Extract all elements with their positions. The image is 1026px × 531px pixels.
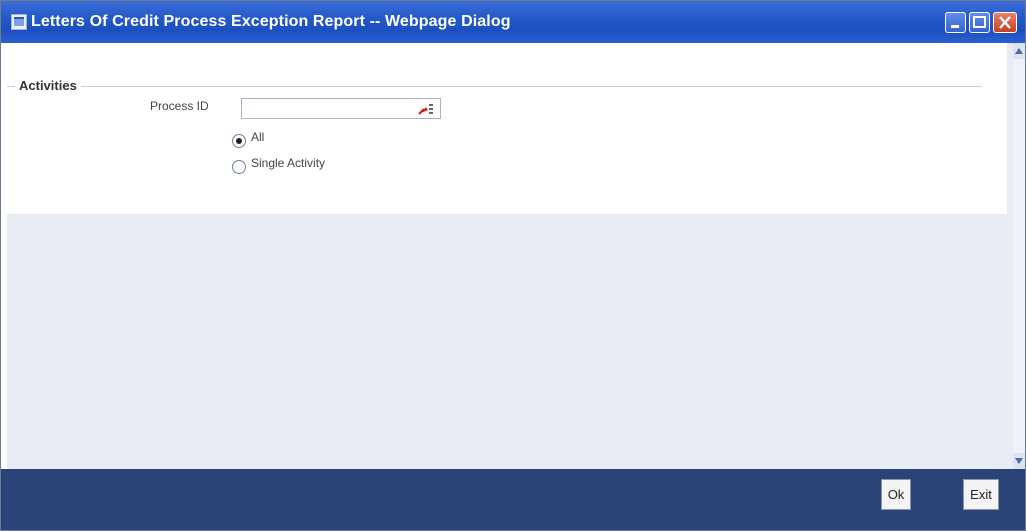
process-id-label: Process ID (150, 99, 209, 113)
close-button[interactable] (993, 12, 1017, 33)
radio-single-activity-label: Single Activity (251, 156, 326, 170)
title-bar[interactable]: Letters Of Credit Process Exception Repo… (1, 1, 1025, 43)
dialog-client-area: Activities Process ID All Single Activit… (7, 43, 1013, 469)
radio-selected-dot (236, 138, 242, 144)
lov-search-icon[interactable] (415, 100, 439, 117)
content-panel: Activities Process ID All Single Activit… (7, 43, 1007, 214)
close-icon (999, 16, 1011, 29)
process-id-field[interactable] (241, 98, 441, 119)
radio-all-label: All (251, 130, 265, 144)
radio-all[interactable] (232, 134, 246, 148)
exit-button[interactable]: Exit (963, 479, 999, 510)
dialog-window: Letters Of Credit Process Exception Repo… (0, 0, 1026, 531)
dialog-footer: Ok Exit (1, 469, 1025, 530)
scroll-up-button[interactable] (1013, 43, 1025, 59)
scroll-down-icon (1015, 458, 1023, 464)
radio-single-activity[interactable] (232, 160, 246, 174)
maximize-button[interactable] (969, 12, 990, 33)
ok-button[interactable]: Ok (881, 479, 911, 510)
maximize-icon (973, 16, 986, 28)
minimize-button[interactable] (945, 12, 966, 33)
app-icon (11, 14, 27, 30)
window-title: Letters Of Credit Process Exception Repo… (31, 13, 511, 30)
scroll-up-icon (1015, 48, 1023, 54)
minimize-icon (951, 25, 959, 28)
scroll-down-button[interactable] (1013, 453, 1025, 469)
activities-legend: Activities (15, 78, 81, 93)
vertical-scrollbar[interactable] (1013, 43, 1025, 469)
